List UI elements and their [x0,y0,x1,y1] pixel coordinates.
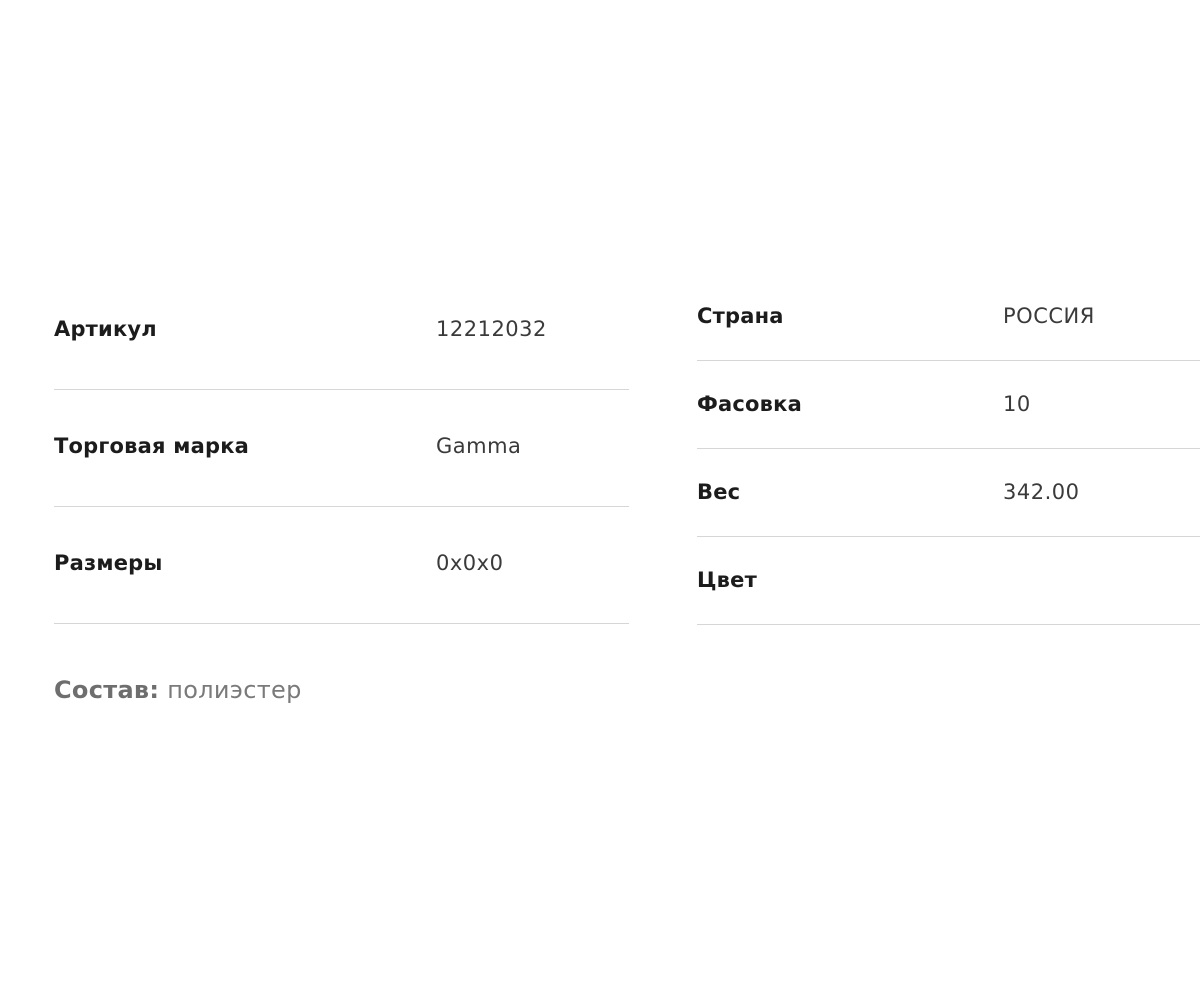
spec-label: Торговая марка [54,434,250,458]
spec-value: 0x0x0 [436,551,504,575]
spec-row-brand: Торговая марка Gamma [54,390,629,507]
specs-table-left: Артикул 12212032 Торговая марка Gamma Ра… [54,273,629,624]
spec-value: Gamma [436,434,522,458]
composition: Состав: полиэстер [54,676,302,704]
specs-table-right: Страна РОССИЯ Фасовка 10 Вес 342.00 Цвет [697,273,1200,625]
spec-label: Артикул [54,317,157,341]
spec-value: 12212032 [436,317,547,341]
spec-row-dimensions: Размеры 0x0x0 [54,507,629,624]
spec-value: 342.00 [1003,480,1080,504]
spec-row-article: Артикул 12212032 [54,273,629,390]
spec-row-packaging: Фасовка 10 [697,361,1200,449]
spec-label: Вес [697,480,741,504]
spec-label: Страна [697,304,784,328]
spec-row-weight: Вес 342.00 [697,449,1200,537]
composition-value: полиэстер [167,676,302,704]
spec-label: Фасовка [697,392,802,416]
spec-value: 10 [1003,392,1031,416]
spec-label: Цвет [697,568,757,592]
spec-value: РОССИЯ [1003,304,1095,328]
spec-row-country: Страна РОССИЯ [697,273,1200,361]
composition-label: Состав: [54,676,160,704]
spec-row-color: Цвет [697,537,1200,625]
spec-label: Размеры [54,551,163,575]
